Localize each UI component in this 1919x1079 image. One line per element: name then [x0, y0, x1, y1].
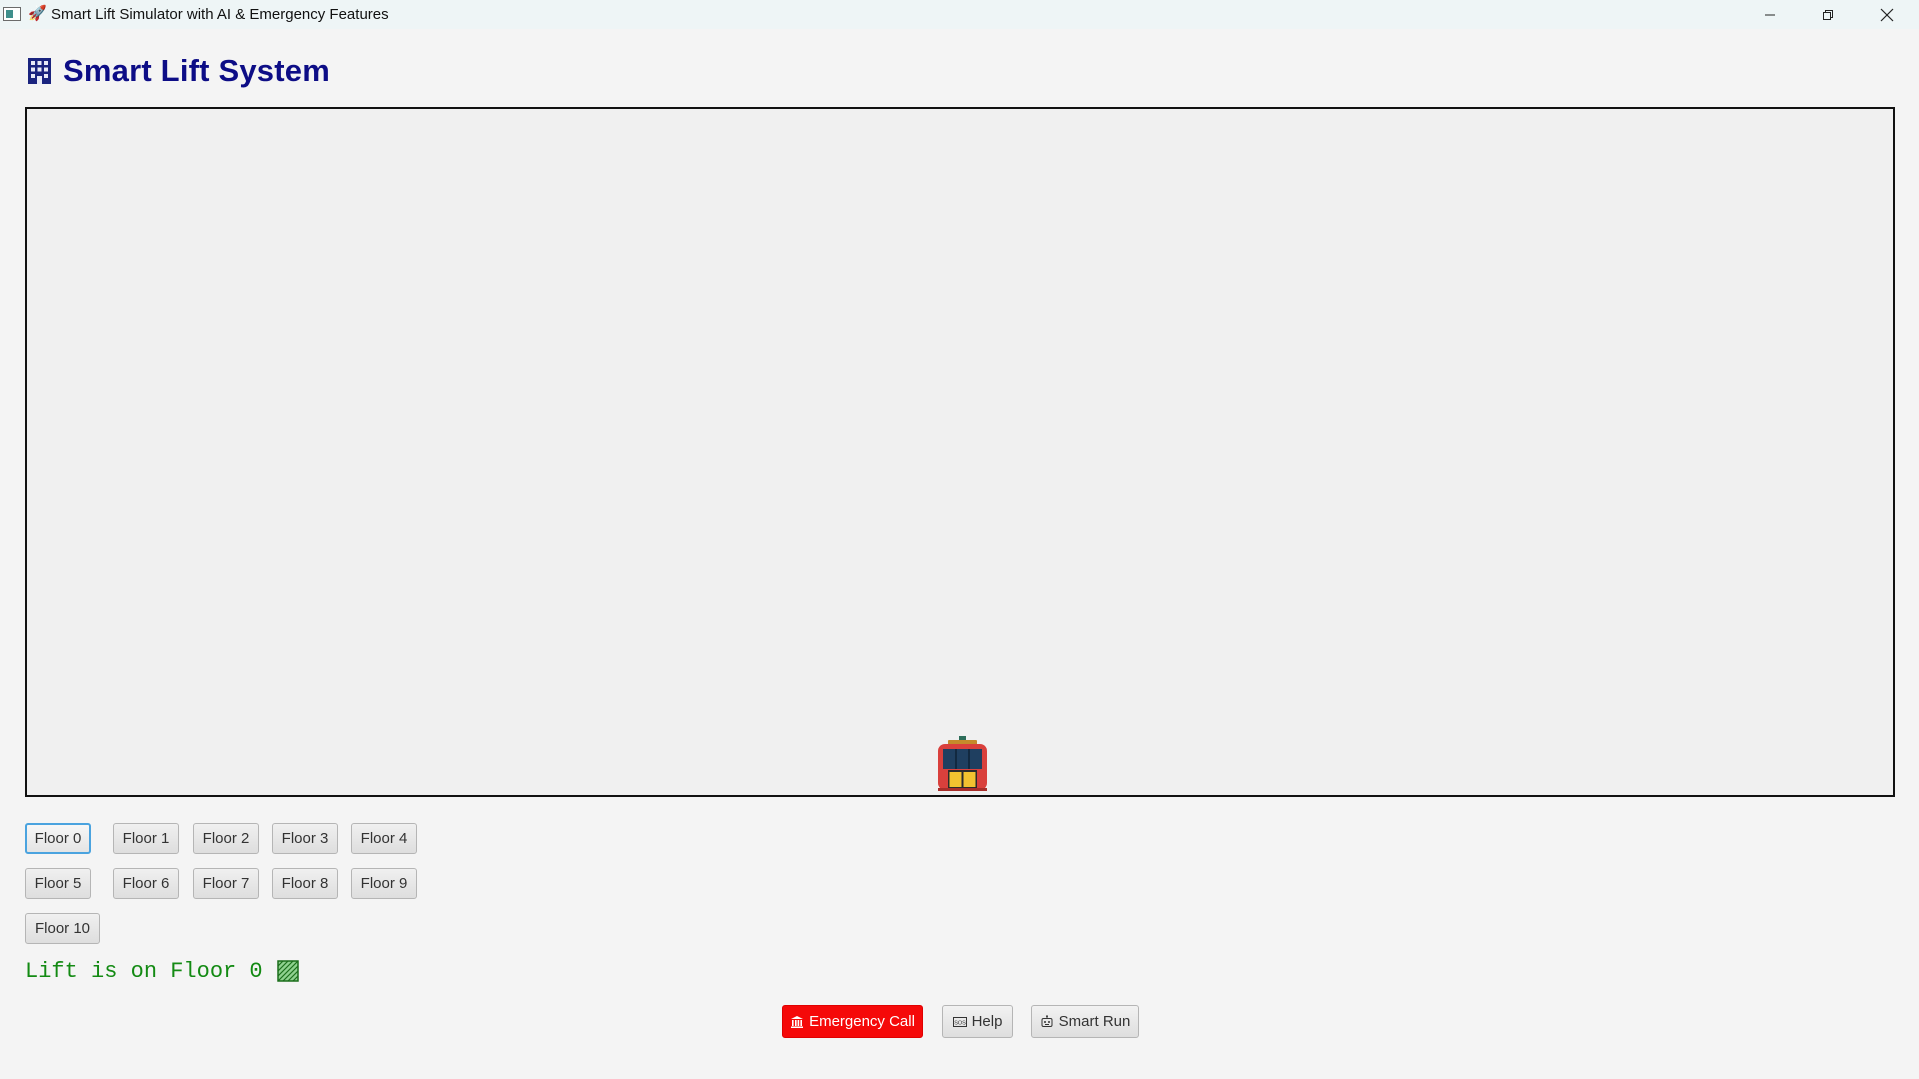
close-icon: [1880, 8, 1894, 21]
help-button[interactable]: SOS Help: [942, 1005, 1013, 1038]
floor-10-button[interactable]: Floor 10: [25, 913, 100, 944]
smart-run-button[interactable]: Smart Run: [1031, 1005, 1139, 1038]
smart-run-label: Smart Run: [1058, 1013, 1131, 1030]
floor-8-button[interactable]: Floor 8: [272, 868, 338, 899]
green-square-icon: [276, 960, 299, 982]
sos-icon: SOS: [952, 1016, 967, 1027]
floor-9-button[interactable]: Floor 9: [351, 868, 417, 899]
floor-2-button[interactable]: Floor 2: [193, 823, 259, 854]
floor-6-button[interactable]: Floor 6: [113, 868, 179, 899]
rocket-icon: 🚀: [28, 5, 47, 22]
floor-1-button[interactable]: Floor 1: [113, 823, 179, 854]
floor-7-button[interactable]: Floor 7: [193, 868, 259, 899]
restore-button[interactable]: [1799, 0, 1857, 29]
status-text: Lift is on Floor 0: [25, 958, 263, 984]
app-window-icon: [3, 7, 21, 21]
floor-3-button[interactable]: Floor 3: [272, 823, 338, 854]
window-title: Smart Lift Simulator with AI & Emergency…: [51, 6, 389, 23]
restore-icon: [1823, 9, 1833, 20]
help-label: Help: [971, 1013, 1003, 1030]
emergency-call-button[interactable]: Emergency Call: [782, 1005, 923, 1038]
lift-car-icon: [938, 736, 987, 791]
lift-shaft: [25, 107, 1895, 797]
close-button[interactable]: [1858, 0, 1916, 29]
emergency-call-label: Emergency Call: [809, 1013, 915, 1030]
robot-icon: [1041, 1014, 1053, 1027]
minimize-button[interactable]: [1741, 0, 1799, 29]
page-title: Smart Lift System: [63, 53, 330, 88]
office-building-icon: [28, 58, 51, 84]
svg-text:SOS: SOS: [954, 1020, 966, 1026]
lift-status: Lift is on Floor 0: [25, 958, 299, 984]
minimize-icon: [1765, 14, 1775, 15]
floor-4-button[interactable]: Floor 4: [351, 823, 417, 854]
floor-5-button[interactable]: Floor 5: [25, 868, 91, 899]
page-heading: Smart Lift System: [27, 53, 330, 89]
window-titlebar: 🚀 Smart Lift Simulator with AI & Emergen…: [0, 0, 1919, 29]
floor-0-button[interactable]: Floor 0: [25, 823, 91, 854]
bank-icon: [791, 1015, 804, 1028]
